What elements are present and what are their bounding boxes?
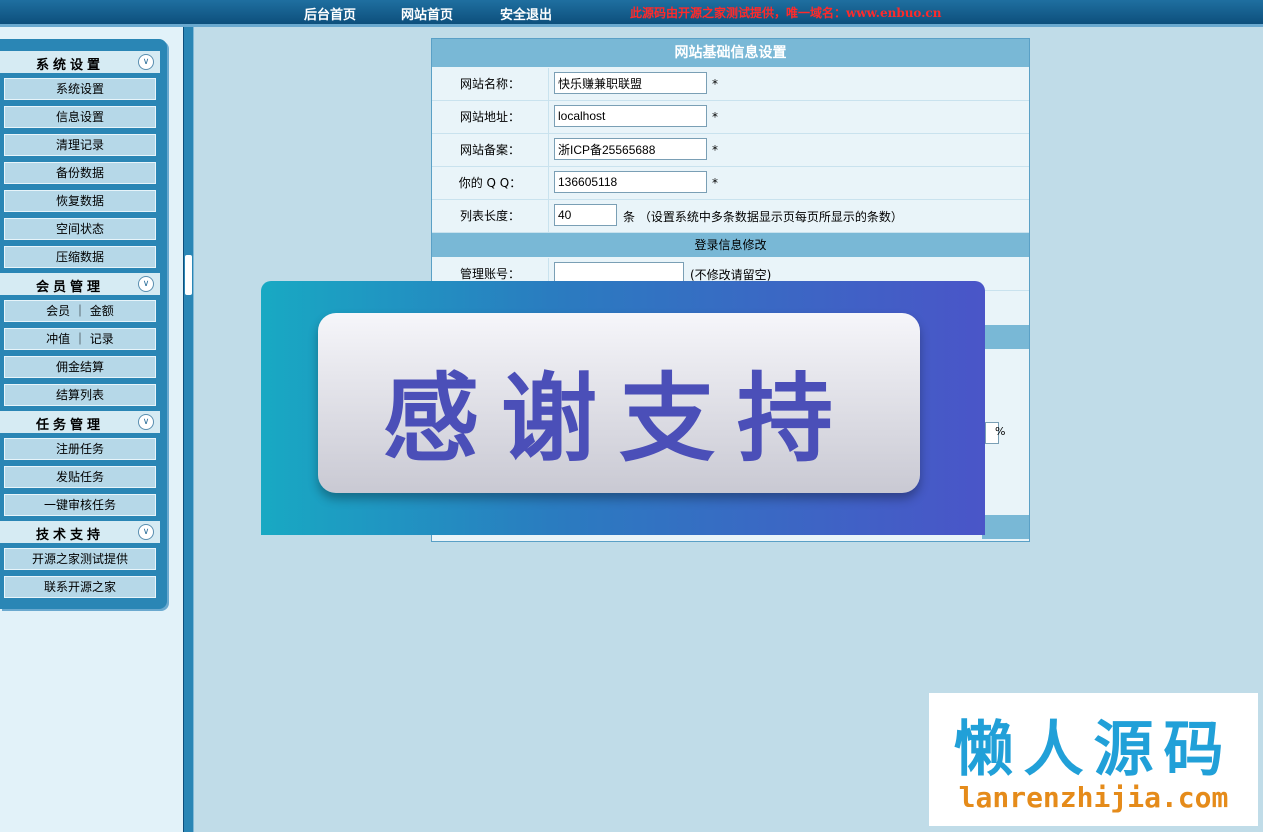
field-label: 网站备案： xyxy=(432,134,549,166)
form-row-icp: 网站备案： * xyxy=(432,134,1029,167)
list-length-hint: 条 （设置系统中多条数据显示页每页所显示的条数） xyxy=(623,210,903,224)
form-row-site-name: 网站名称： * xyxy=(432,68,1029,101)
field-label: 网站名称： xyxy=(432,68,549,100)
sidebar-item-contact[interactable]: 联系开源之家 xyxy=(4,576,156,598)
sidebar-item-settlement-list[interactable]: 结算列表 xyxy=(4,384,156,406)
section-title: 任务管理 xyxy=(35,418,104,433)
sidebar-item-space-status[interactable]: 空间状态 xyxy=(4,218,156,240)
sidebar-item-restore-data[interactable]: 恢复数据 xyxy=(4,190,156,212)
sidebar-item-clear-records[interactable]: 清理记录 xyxy=(4,134,156,156)
required-mark: * xyxy=(712,77,718,91)
section-header-partial xyxy=(982,515,1029,539)
thanks-banner: 感谢支持 xyxy=(261,281,985,535)
sidebar-item-system-settings[interactable]: 系统设置 xyxy=(4,78,156,100)
chevron-down-icon[interactable]: ∨ xyxy=(138,54,154,70)
section-header-partial xyxy=(982,325,1029,349)
required-mark: * xyxy=(712,143,718,157)
percent-symbol: % xyxy=(995,425,1006,438)
login-section-header: 登录信息修改 xyxy=(432,233,1029,257)
field-label: 列表长度： xyxy=(432,200,549,232)
sidebar-menu: 系统设置 ∨ 系统设置 信息设置 清理记录 备份数据 恢复数据 空间状态 压缩数… xyxy=(0,39,167,609)
form-row-list-length: 列表长度： 条 （设置系统中多条数据显示页每页所显示的条数） xyxy=(432,200,1029,233)
form-title: 网站基础信息设置 xyxy=(432,39,1029,67)
sidebar-item-compress-data[interactable]: 压缩数据 xyxy=(4,246,156,268)
watermark-logo: 懒人源码 lanrenzhijia.com xyxy=(929,693,1258,826)
icp-input[interactable] xyxy=(554,138,707,160)
top-nav-bar: 后台首页 网站首页 安全退出 此源码由开源之家测试提供，唯一域名：www.enb… xyxy=(0,0,1263,27)
sidebar-item-backup-data[interactable]: 备份数据 xyxy=(4,162,156,184)
sidebar-item-recharge-records[interactable]: 冲值 ｜ 记录 xyxy=(4,328,156,350)
sidebar-item-member-amount[interactable]: 会员 ｜ 金额 xyxy=(4,300,156,322)
sidebar-item-info-settings[interactable]: 信息设置 xyxy=(4,106,156,128)
list-length-input[interactable] xyxy=(554,204,617,226)
sidebar-item-test-provider[interactable]: 开源之家测试提供 xyxy=(4,548,156,570)
nav-logout[interactable]: 安全退出 xyxy=(500,4,552,23)
section-header-system[interactable]: 系统设置 ∨ xyxy=(0,51,160,73)
sidebar-item-register-task[interactable]: 注册任务 xyxy=(4,438,156,460)
section-header-members[interactable]: 会员管理 ∨ xyxy=(0,273,160,295)
watermark-title: 懒人源码 xyxy=(953,715,1234,785)
required-mark: * xyxy=(712,176,718,190)
sidebar-item-post-task[interactable]: 发贴任务 xyxy=(4,466,156,488)
qq-input[interactable] xyxy=(554,171,707,193)
field-label: 网站地址： xyxy=(432,101,549,133)
banner-plate: 感谢支持 xyxy=(318,313,920,493)
site-url-input[interactable] xyxy=(554,105,707,127)
nav-admin-home[interactable]: 后台首页 xyxy=(304,4,356,23)
sidebar-item-batch-review[interactable]: 一键审核任务 xyxy=(4,494,156,516)
panel-splitter[interactable] xyxy=(183,27,194,832)
source-notice: 此源码由开源之家测试提供，唯一域名：www.enbuo.cn xyxy=(630,6,942,20)
chevron-down-icon[interactable]: ∨ xyxy=(138,524,154,540)
section-title: 系统设置 xyxy=(35,58,104,73)
collapse-handle-icon[interactable] xyxy=(185,255,192,295)
field-label: 你的 Q Q： xyxy=(432,167,549,199)
site-name-input[interactable] xyxy=(554,72,707,94)
banner-text: 感谢支持 xyxy=(383,363,855,475)
sidebar-item-commission[interactable]: 佣金结算 xyxy=(4,356,156,378)
form-row-site-url: 网站地址： * xyxy=(432,101,1029,134)
section-title: 技术支持 xyxy=(35,528,104,543)
section-title: 会员管理 xyxy=(35,280,104,295)
form-row-qq: 你的 Q Q： * xyxy=(432,167,1029,200)
required-mark: * xyxy=(712,110,718,124)
watermark-domain: lanrenzhijia.com xyxy=(958,781,1229,814)
chevron-down-icon[interactable]: ∨ xyxy=(138,414,154,430)
nav-site-home[interactable]: 网站首页 xyxy=(401,4,453,23)
left-panel: 系统设置 ∨ 系统设置 信息设置 清理记录 备份数据 恢复数据 空间状态 压缩数… xyxy=(0,27,183,832)
section-header-support[interactable]: 技术支持 ∨ xyxy=(0,521,160,543)
section-header-tasks[interactable]: 任务管理 ∨ xyxy=(0,411,160,433)
chevron-down-icon[interactable]: ∨ xyxy=(138,276,154,292)
